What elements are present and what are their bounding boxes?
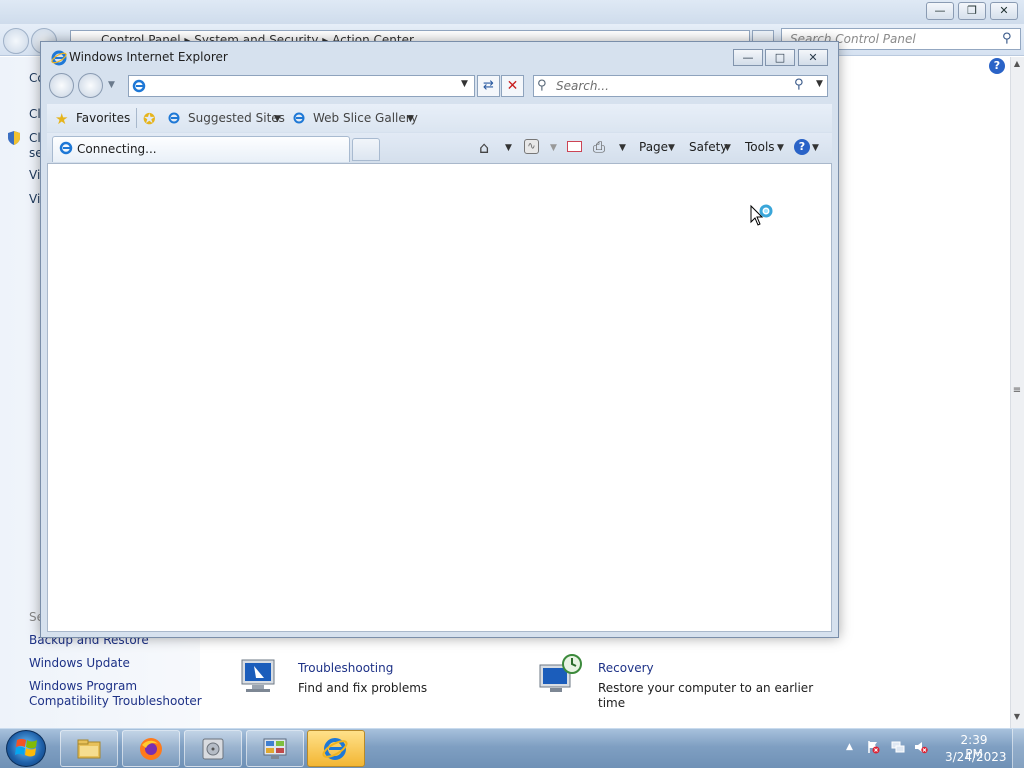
ie-window-title: Windows Internet Explorer — [69, 50, 228, 64]
cp-minimize-button[interactable]: — — [926, 2, 954, 20]
safety-menu-button[interactable]: Safety — [689, 140, 727, 154]
scroll-up-icon[interactable]: ▲ — [1011, 59, 1023, 71]
clock-date[interactable]: 3/24/2023 — [945, 750, 1007, 764]
cp-left-link[interactable]: Cl — [29, 107, 41, 121]
web-slice-gallery-dropdown-icon[interactable]: ▼ — [407, 114, 414, 124]
cp-close-button[interactable]: ✕ — [990, 2, 1018, 20]
stop-icon[interactable]: ✕ — [501, 75, 524, 97]
tab-label: Connecting... — [77, 142, 157, 156]
help-icon[interactable]: ? — [989, 58, 1005, 74]
print-dropdown-icon[interactable]: ▼ — [619, 143, 626, 153]
add-to-favorites-bar-icon[interactable]: ✪ — [143, 110, 156, 128]
favorites-button[interactable]: Favorites — [76, 111, 130, 125]
action-center-flag-icon[interactable] — [866, 740, 880, 754]
ie-forward-button[interactable] — [78, 73, 103, 98]
control-panel-icon — [263, 738, 287, 759]
cp-left-link[interactable]: Cl — [29, 131, 41, 145]
refresh-icon[interactable]: ⇄ — [477, 75, 500, 97]
tools-menu-button[interactable]: Tools — [745, 140, 775, 154]
internet-explorer-icon — [322, 738, 348, 760]
recovery-icon[interactable] — [538, 653, 584, 699]
suggested-sites-dropdown-icon[interactable]: ▼ — [274, 114, 281, 124]
page-icon — [132, 79, 146, 93]
network-icon[interactable] — [891, 740, 905, 754]
volume-muted-icon[interactable] — [914, 740, 928, 754]
safety-menu-dropdown-icon[interactable]: ▼ — [724, 143, 731, 153]
search-icon: ⚲ — [1002, 31, 1012, 46]
ie-back-button[interactable] — [49, 73, 74, 98]
feeds-dropdown-icon[interactable]: ▼ — [550, 143, 557, 153]
backup-drive-icon — [202, 738, 224, 760]
ie-close-button[interactable]: ✕ — [798, 49, 828, 66]
program-compatibility-link-line2[interactable]: Compatibility Troubleshooter — [29, 694, 202, 708]
show-desktop-button[interactable] — [1012, 729, 1024, 768]
troubleshooting-icon[interactable] — [238, 656, 284, 702]
page-menu-button[interactable]: Page — [639, 140, 668, 154]
print-icon[interactable]: ⎙ — [593, 138, 605, 156]
new-tab-button[interactable] — [352, 138, 380, 161]
web-slice-gallery-button[interactable]: Web Slice Gallery — [313, 111, 418, 125]
cp-left-link[interactable]: Vi — [29, 168, 40, 182]
scroll-grip-icon[interactable]: ≡ — [1012, 386, 1022, 396]
recovery-desc-line1: Restore your computer to an earlier — [598, 681, 814, 695]
search-provider-icon: ⚲ — [537, 78, 547, 93]
cp-left-link[interactable]: Vi — [29, 192, 40, 206]
cp-restore-button[interactable]: ❐ — [958, 2, 986, 20]
shield-icon — [8, 131, 20, 145]
suggested-sites-button[interactable]: Suggested Sites — [188, 111, 285, 125]
firefox-icon — [140, 738, 162, 760]
busy-cursor-icon — [750, 204, 773, 226]
page-icon — [59, 141, 73, 155]
recent-pages-dropdown-icon[interactable]: ▼ — [108, 80, 115, 90]
recovery-link[interactable]: Recovery — [598, 661, 654, 675]
recovery-desc-line2: time — [598, 696, 626, 710]
search-icon[interactable]: ⚲ — [794, 77, 804, 92]
program-compatibility-link[interactable]: Windows Program — [29, 679, 137, 693]
control-panel-titlebar — [0, 0, 1024, 24]
scroll-down-icon[interactable]: ▼ — [1011, 712, 1023, 724]
folder-icon — [77, 739, 101, 759]
ie-address-bar[interactable] — [128, 75, 475, 97]
read-mail-icon[interactable] — [567, 141, 582, 152]
internet-explorer-icon — [51, 50, 67, 66]
feeds-icon[interactable]: ∿ — [524, 139, 539, 154]
home-icon[interactable]: ⌂ — [479, 138, 489, 157]
help-dropdown-icon[interactable]: ▼ — [812, 143, 819, 153]
favorites-star-icon[interactable]: ★ — [55, 110, 68, 128]
page-menu-dropdown-icon[interactable]: ▼ — [668, 143, 675, 153]
favorites-bar — [47, 104, 832, 132]
windows-update-link[interactable]: Windows Update — [29, 656, 130, 670]
help-icon[interactable]: ? — [794, 139, 810, 155]
cp-back-button[interactable] — [3, 28, 29, 54]
windows-logo-icon — [15, 738, 37, 757]
tools-menu-dropdown-icon[interactable]: ▼ — [777, 143, 784, 153]
ie-page-content[interactable] — [47, 163, 832, 632]
address-dropdown-icon[interactable]: ▼ — [461, 79, 468, 89]
ie-search-input[interactable]: Search... — [533, 75, 828, 97]
suggested-sites-icon — [168, 112, 180, 124]
home-dropdown-icon[interactable]: ▼ — [505, 143, 512, 153]
divider — [136, 108, 137, 128]
troubleshooting-desc: Find and fix problems — [298, 681, 428, 695]
show-hidden-icons-icon[interactable]: ▲ — [846, 742, 853, 752]
troubleshooting-link[interactable]: Troubleshooting — [298, 661, 393, 675]
ie-minimize-button[interactable]: — — [733, 49, 763, 66]
search-options-dropdown-icon[interactable]: ▼ — [816, 79, 823, 89]
web-slice-gallery-icon — [293, 112, 305, 124]
ie-maximize-button[interactable]: □ — [765, 49, 795, 66]
